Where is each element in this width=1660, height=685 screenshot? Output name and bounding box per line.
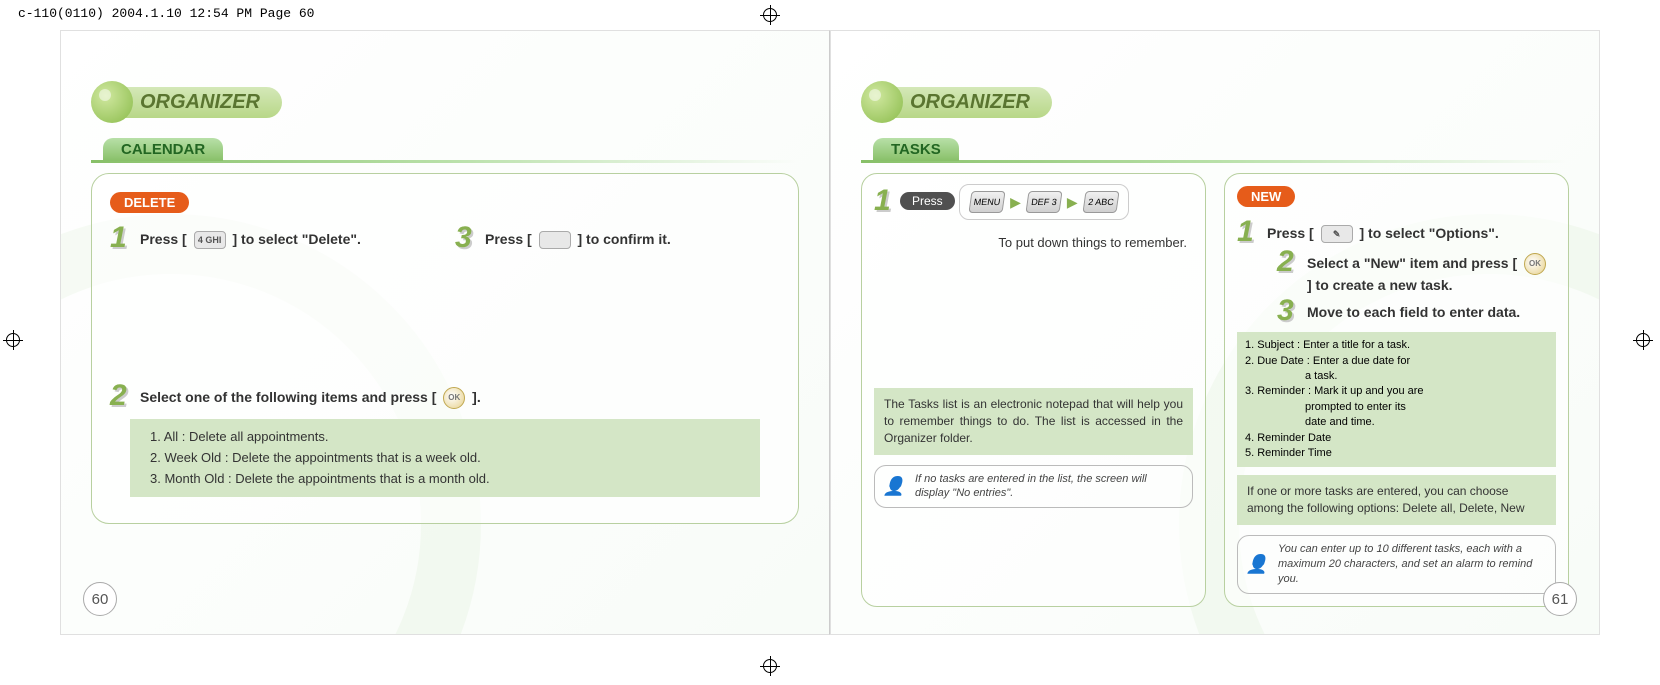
- subsection-tab-calendar: CALENDAR: [103, 138, 223, 161]
- step-number: 3: [455, 223, 479, 253]
- menu-key-icon: MENU: [969, 191, 1006, 213]
- list-item: a task.: [1245, 369, 1548, 384]
- list-item: 4. Reminder Date: [1245, 431, 1548, 446]
- key-confirm: [539, 231, 571, 249]
- ok-key-icon: OK: [443, 387, 465, 409]
- list-item: 3. Month Old : Delete the appointments t…: [150, 469, 740, 490]
- list-item: 5. Reminder Time: [1245, 446, 1548, 461]
- list-item: 2. Due Date : Enter a due date for: [1245, 354, 1548, 369]
- person-icon: 👤: [1244, 551, 1270, 577]
- note-box: 👤 You can enter up to 10 different tasks…: [1237, 535, 1556, 594]
- options-note: If one or more tasks are entered, you ca…: [1237, 475, 1556, 525]
- section-title: ORGANIZER: [880, 87, 1052, 118]
- step-number: 2: [1277, 247, 1301, 277]
- section-icon: [861, 81, 903, 123]
- list-item: 2. Week Old : Delete the appointments th…: [150, 448, 740, 469]
- abc2-key-icon: 2 ABC: [1082, 191, 1119, 213]
- list-item: date and time.: [1245, 415, 1548, 430]
- step-text: Press [ ] to confirm it.: [485, 223, 671, 250]
- step-text: Move to each field to enter data.: [1307, 296, 1520, 323]
- arrow-icon: ▶: [1067, 194, 1078, 211]
- step-text: Select a "New" item and press [ OK ] to …: [1307, 247, 1556, 296]
- step-number: 1: [1237, 217, 1261, 247]
- step-number: 1: [110, 223, 134, 253]
- badge-delete: DELETE: [110, 192, 189, 213]
- tasks-description: The Tasks list is an electronic notepad …: [874, 388, 1193, 454]
- field-list: 1. Subject : Enter a title for a task. 2…: [1237, 332, 1556, 467]
- def3-key-icon: DEF 3: [1025, 191, 1062, 213]
- step-number: 2: [110, 381, 134, 411]
- panel-delete: DELETE 1 Press [ 4 GHI ] to select "Dele…: [91, 173, 799, 524]
- tasks-intro-panel: 1 Press MENU ▶ DEF 3 ▶ 2 ABC: [861, 173, 1206, 607]
- step-text: Select one of the following items and pr…: [140, 381, 481, 409]
- print-header: c-110(0110) 2004.1.10 12:54 PM Page 60: [18, 6, 314, 21]
- list-item: 1. Subject : Enter a title for a task.: [1245, 338, 1548, 353]
- ok-key-icon: OK: [1524, 253, 1546, 275]
- delete-options-list: 1. All : Delete all appointments. 2. Wee…: [130, 419, 760, 497]
- page-number: 61: [1543, 582, 1577, 616]
- key-4ghi: 4 GHI: [194, 231, 226, 249]
- section-title: ORGANIZER: [110, 87, 282, 118]
- caption: To put down things to remember.: [874, 234, 1193, 252]
- list-item: 3. Reminder : Mark it up and you are: [1245, 384, 1548, 399]
- step-number: 1: [874, 186, 898, 216]
- page-left: ORGANIZER CALENDAR DELETE 1 Press [ 4 GH…: [60, 30, 830, 635]
- step-number: 3: [1277, 296, 1301, 326]
- note-text: You can enter up to 10 different tasks, …: [1278, 543, 1532, 585]
- softkey-icon: ✎: [1321, 225, 1353, 243]
- note-text: If no tasks are entered in the list, the…: [915, 473, 1147, 500]
- note-box: 👤 If no tasks are entered in the list, t…: [874, 465, 1193, 509]
- subsection-tab-tasks: TASKS: [873, 138, 959, 161]
- list-item: 1. All : Delete all appointments.: [150, 427, 740, 448]
- arrow-icon: ▶: [1010, 194, 1021, 211]
- crop-mark: [0, 320, 30, 360]
- page-number: 60: [83, 582, 117, 616]
- crop-mark: [750, 0, 790, 30]
- badge-new: NEW: [1237, 186, 1295, 207]
- tasks-new-panel: NEW 1 Press [ ✎ ] to select "Options". 2…: [1224, 173, 1569, 607]
- press-badge: Press: [900, 192, 955, 210]
- crop-mark: [1630, 320, 1660, 360]
- key-sequence: MENU ▶ DEF 3 ▶ 2 ABC: [959, 184, 1129, 220]
- list-item: prompted to enter its: [1245, 400, 1548, 415]
- step-text: Press [ 4 GHI ] to select "Delete".: [140, 223, 361, 250]
- section-icon: [91, 81, 133, 123]
- crop-mark: [750, 655, 790, 685]
- page-right: ORGANIZER TASKS 1 Press MENU ▶ DEF 3: [830, 30, 1600, 635]
- person-icon: 👤: [881, 473, 907, 499]
- step-text: Press [ ✎ ] to select "Options".: [1267, 217, 1499, 244]
